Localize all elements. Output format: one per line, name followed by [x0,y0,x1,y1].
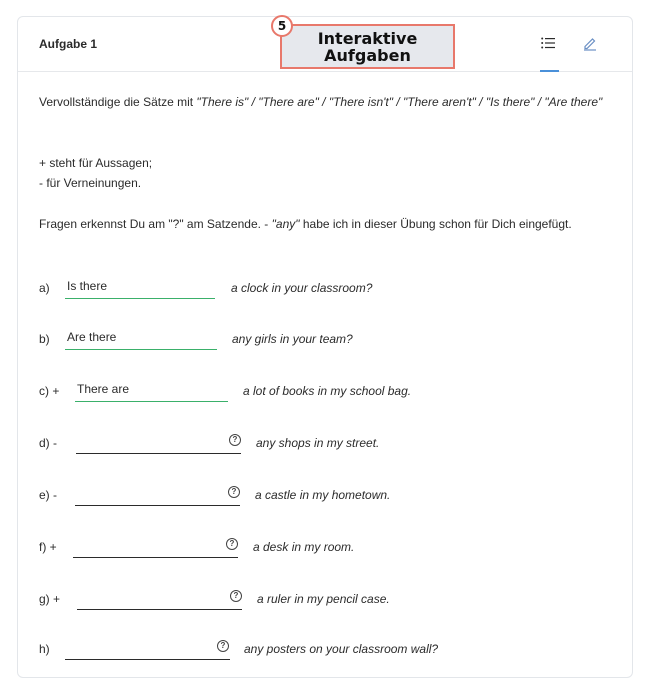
answer-field[interactable] [65,636,230,660]
exercise-label: e) - [39,488,57,502]
sentence-rest: a clock in your classroom? [231,281,373,295]
interactive-tasks-callout: Interaktive Aufgaben [280,24,455,69]
instructions-intro: Vervollständige die Sätze mit "There is"… [39,92,604,112]
callout-number-badge: 5 [271,15,293,37]
help-icon[interactable]: ? [229,434,241,446]
questions-suffix: habe ich in dieser Übung schon für Dich … [299,217,572,231]
minus-line: - für Verneinungen. [39,176,142,190]
answer-field[interactable]: Is there [65,275,215,299]
sentence-rest: a castle in my hometown. [255,488,391,502]
answer-field[interactable] [76,430,241,454]
sentence-rest: a lot of books in my school bag. [243,384,412,398]
intro-options: "There is" / "There are" / "There isn't"… [196,95,603,109]
answer-field[interactable]: There are [75,378,228,402]
instructions-legend: + steht für Aussagen; - für Verneinungen… [39,153,604,193]
exercise-label: h) [39,642,50,656]
answer-field[interactable] [73,534,238,558]
exercise-label: a) [39,281,50,295]
help-icon[interactable]: ? [226,538,238,550]
exercise-label: b) [39,332,50,346]
questions-any: "any" [271,217,300,231]
intro-text: Vervollständige die Sätze mit [39,95,197,109]
help-icon[interactable]: ? [228,486,240,498]
exercise-label: g) + [39,592,61,606]
answer-field[interactable] [77,586,242,610]
help-icon[interactable]: ? [217,640,229,652]
sentence-rest: any girls in your team? [232,332,353,346]
exercise-label: f) + [39,540,57,554]
exercise-label: d) - [39,436,57,450]
answer-field[interactable] [75,482,240,506]
sentence-rest: a desk in my room. [253,540,355,554]
active-tab-indicator [540,70,559,72]
task-title: Aufgabe 1 [39,37,98,51]
sentence-rest: any posters on your classroom wall? [244,642,439,656]
plus-line: + steht für Aussagen; [39,156,153,170]
exercise-label: c) + [39,384,60,398]
list-icon[interactable] [536,31,560,55]
help-icon[interactable]: ? [230,590,242,602]
sentence-rest: any shops in my street. [256,436,380,450]
sentence-rest: a ruler in my pencil case. [257,592,390,606]
pencil-icon[interactable] [578,31,602,55]
answer-field[interactable]: Are there [65,326,217,350]
questions-text: Fragen erkennst Du am "?" am Satzende. - [39,217,272,231]
instructions-questions: Fragen erkennst Du am "?" am Satzende. -… [39,214,604,234]
